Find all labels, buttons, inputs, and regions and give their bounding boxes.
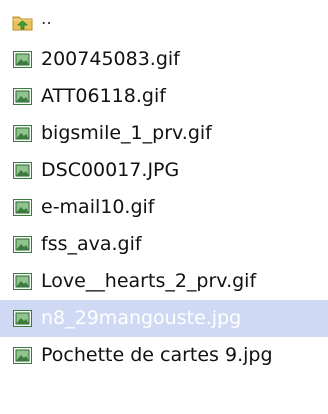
image-file-icon — [12, 345, 33, 366]
file-item[interactable]: 200745083.gif — [0, 41, 328, 78]
file-name: DSC00017.JPG — [41, 159, 180, 181]
file-item[interactable]: Pochette de cartes 9.jpg — [0, 337, 328, 374]
file-list: .. 200745083.gif ATT06118.gif bigsmile_1_p… — [0, 0, 328, 414]
file-name: n8_29mangouste.jpg — [41, 307, 242, 329]
file-item[interactable]: Love__hearts_2_prv.gif — [0, 263, 328, 300]
image-file-icon — [12, 234, 33, 255]
image-file-icon — [12, 197, 33, 218]
image-file-icon — [12, 49, 33, 70]
file-item[interactable]: n8_29mangouste.jpg — [0, 300, 328, 337]
file-name: e-mail10.gif — [41, 196, 155, 218]
file-item[interactable]: DSC00017.JPG — [0, 152, 328, 189]
image-file-icon — [12, 160, 33, 181]
file-name: Pochette de cartes 9.jpg — [41, 344, 273, 366]
file-item[interactable]: e-mail10.gif — [0, 189, 328, 226]
image-file-icon — [12, 271, 33, 292]
image-file-icon — [12, 308, 33, 329]
parent-directory-item[interactable]: .. — [0, 4, 328, 41]
file-name: Love__hearts_2_prv.gif — [41, 270, 257, 292]
file-item[interactable]: ATT06118.gif — [0, 78, 328, 115]
folder-up-icon — [12, 12, 33, 33]
file-name: bigsmile_1_prv.gif — [41, 122, 212, 144]
file-item[interactable]: fss_ava.gif — [0, 226, 328, 263]
file-name: ATT06118.gif — [41, 85, 166, 107]
image-file-icon — [12, 86, 33, 107]
image-file-icon — [12, 123, 33, 144]
parent-directory-label: .. — [41, 9, 52, 29]
file-name: 200745083.gif — [41, 48, 180, 70]
file-item[interactable]: bigsmile_1_prv.gif — [0, 115, 328, 152]
file-name: fss_ava.gif — [41, 233, 142, 255]
